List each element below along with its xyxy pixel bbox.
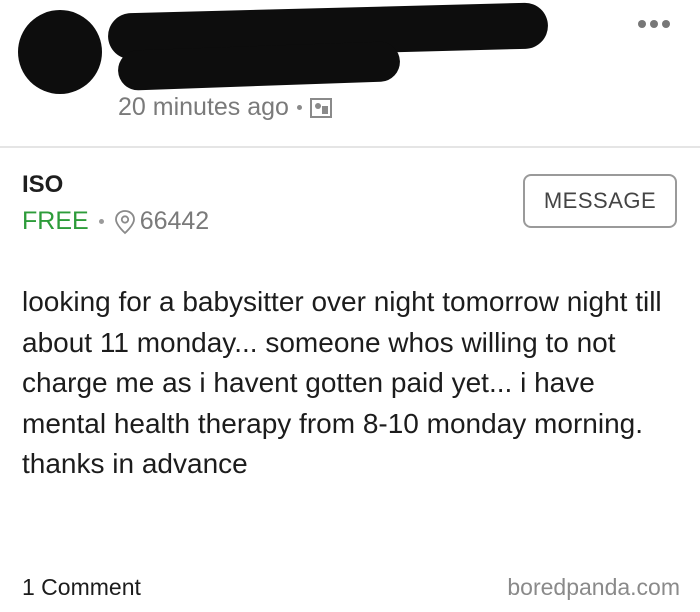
avatar[interactable] [18,10,102,94]
message-button[interactable]: MESSAGE [523,174,677,228]
timestamp: 20 minutes ago [118,93,289,121]
post-body: looking for a babysitter over night tomo… [22,282,682,485]
redacted-group [117,41,401,91]
post-body-line: looking for a babysitter over night tomo… [22,286,662,439]
more-dots-icon[interactable] [638,20,670,28]
divider [0,146,700,148]
location[interactable]: 66442 [114,207,210,236]
separator-dot [98,219,104,224]
listing-title: ISO [22,171,64,198]
price-location-row: FREE 66442 [22,207,209,236]
location-pin-icon [114,209,135,234]
post-body-line: thanks in advance [22,448,248,479]
post-meta: 20 minutes ago [118,93,332,122]
zip-code: 66442 [139,207,210,235]
price: FREE [22,207,89,235]
separator-dot [296,105,302,110]
watermark: boredpanda.com [507,574,680,600]
comments-link[interactable]: 1 Comment [22,574,141,601]
audience-icon [309,97,332,118]
